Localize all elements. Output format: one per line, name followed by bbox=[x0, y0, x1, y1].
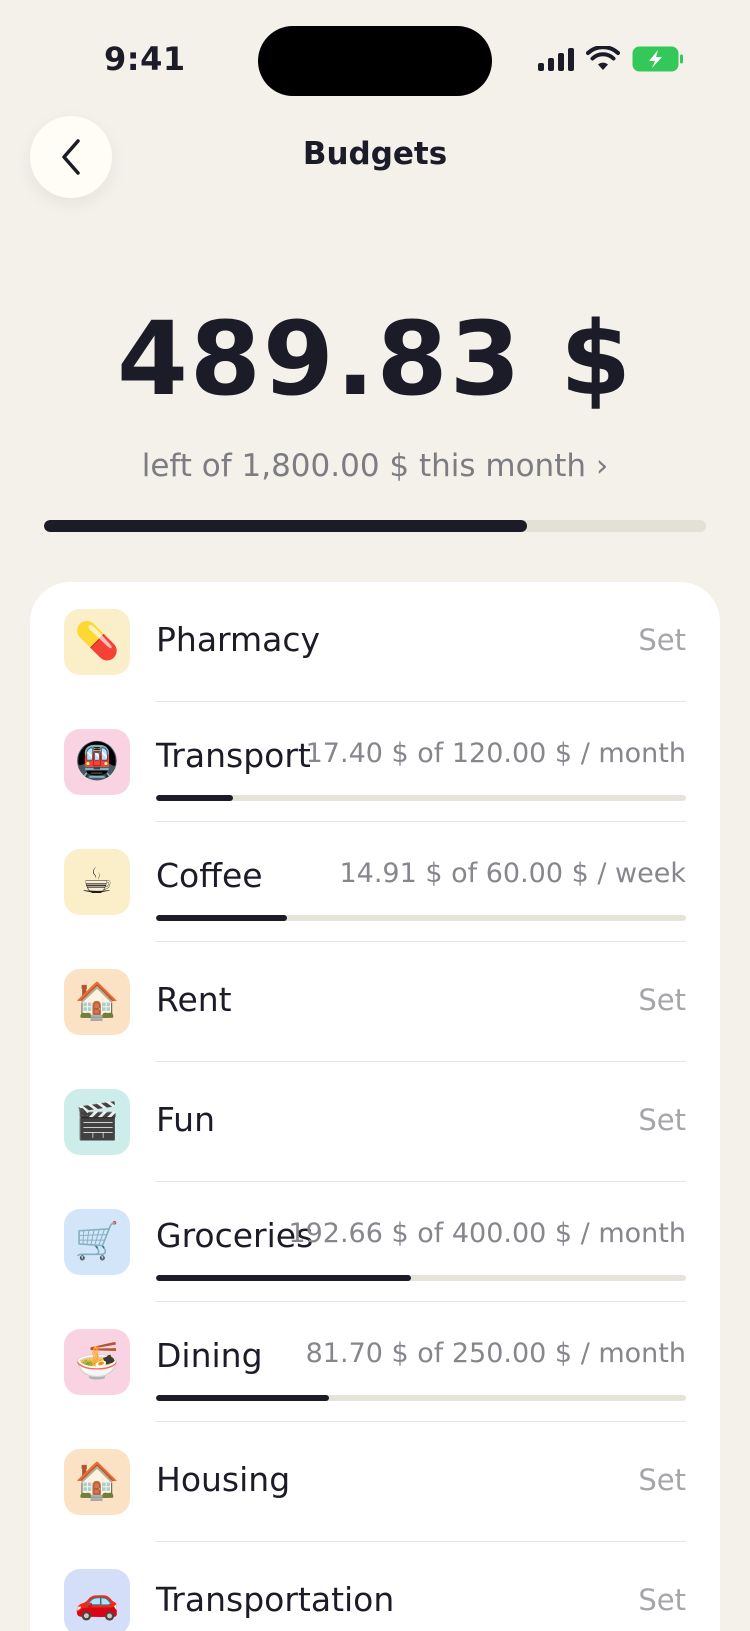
budget-progress-bar bbox=[156, 795, 686, 801]
monthly-progress-bar bbox=[44, 520, 706, 532]
budget-row-dining[interactable]: 🍜 Dining 81.70 $ of 250.00 $ / month bbox=[30, 1302, 720, 1422]
budget-list: 💊 Pharmacy Set 🚇 Transport 17.40 $ of 120.00 … bbox=[30, 582, 720, 1631]
set-budget-button[interactable]: Set bbox=[638, 1103, 686, 1137]
budget-progress-bar bbox=[156, 915, 686, 921]
budget-row-transportation[interactable]: 🚗 Transportation Set bbox=[30, 1542, 720, 1631]
budget-name: Transport bbox=[156, 736, 311, 775]
status-bar: 9:41 bbox=[0, 0, 750, 120]
monthly-summary-text: left of 1,800.00 $ this month bbox=[141, 448, 587, 484]
budget-progress-fill bbox=[156, 1275, 412, 1281]
budget-row-housing[interactable]: 🏠 Housing Set bbox=[30, 1422, 720, 1542]
remaining-amount: 489.83 $ bbox=[116, 300, 634, 419]
budget-progress-fill bbox=[156, 1395, 330, 1401]
set-budget-button[interactable]: Set bbox=[638, 983, 686, 1017]
budget-amount: 14.91 $ of 60.00 $ / week bbox=[339, 858, 686, 889]
budget-name: Rent bbox=[156, 980, 232, 1019]
set-budget-button[interactable]: Set bbox=[638, 1583, 686, 1617]
budget-row-coffee[interactable]: ☕ Coffee 14.91 $ of 60.00 $ / week bbox=[30, 822, 720, 942]
budget-name: Transportation bbox=[156, 1580, 395, 1619]
status-time: 9:41 bbox=[104, 40, 186, 78]
budget-name: Dining bbox=[156, 1336, 263, 1375]
budget-row-rent[interactable]: 🏠 Rent Set bbox=[30, 942, 720, 1062]
budgets-screen: 9:41 Budgets 489.83 $ left of 1,800.00 $… bbox=[0, 0, 750, 1631]
budget-name: Pharmacy bbox=[156, 620, 321, 659]
page-title: Budgets bbox=[302, 136, 448, 172]
wifi-icon bbox=[586, 46, 620, 70]
set-budget-button[interactable]: Set bbox=[638, 1463, 686, 1497]
budget-amount: 81.70 $ of 250.00 $ / month bbox=[305, 1338, 686, 1369]
house-icon: 🏠 bbox=[64, 969, 130, 1035]
budget-name: Coffee bbox=[156, 856, 263, 895]
budget-amount: 17.40 $ of 120.00 $ / month bbox=[305, 738, 686, 769]
monthly-progress-fill bbox=[44, 520, 528, 532]
clapper-board-icon: 🎬 bbox=[64, 1089, 130, 1155]
metro-icon: 🚇 bbox=[64, 729, 130, 795]
coffee-icon: ☕ bbox=[64, 849, 130, 915]
budget-name: Fun bbox=[156, 1100, 216, 1139]
monthly-summary-link[interactable]: left of 1,800.00 $ this month › bbox=[0, 448, 750, 484]
shopping-cart-icon: 🛒 bbox=[64, 1209, 130, 1275]
status-icons bbox=[538, 46, 684, 72]
budget-name: Housing bbox=[156, 1460, 291, 1499]
battery-charging-icon bbox=[632, 46, 683, 72]
budget-row-fun[interactable]: 🎬 Fun Set bbox=[30, 1062, 720, 1182]
noodle-bowl-icon: 🍜 bbox=[64, 1329, 130, 1395]
car-icon: 🚗 bbox=[64, 1569, 130, 1631]
pill-icon: 💊 bbox=[64, 609, 130, 675]
budget-row-transport[interactable]: 🚇 Transport 17.40 $ of 120.00 $ / month bbox=[30, 702, 720, 822]
set-budget-button[interactable]: Set bbox=[638, 623, 686, 657]
budget-row-pharmacy[interactable]: 💊 Pharmacy Set bbox=[30, 582, 720, 702]
budget-progress-bar bbox=[156, 1275, 686, 1281]
budget-progress-fill bbox=[156, 915, 288, 921]
house-icon: 🏠 bbox=[64, 1449, 130, 1515]
budget-progress-bar bbox=[156, 1395, 686, 1401]
budget-row-groceries[interactable]: 🛒 Groceries 192.66 $ of 400.00 $ / month bbox=[30, 1182, 720, 1302]
cellular-signal-icon bbox=[538, 47, 574, 71]
chevron-right-icon: › bbox=[595, 448, 609, 484]
dynamic-island bbox=[258, 26, 492, 96]
budget-progress-fill bbox=[156, 795, 233, 801]
budget-amount: 192.66 $ of 400.00 $ / month bbox=[288, 1218, 686, 1249]
